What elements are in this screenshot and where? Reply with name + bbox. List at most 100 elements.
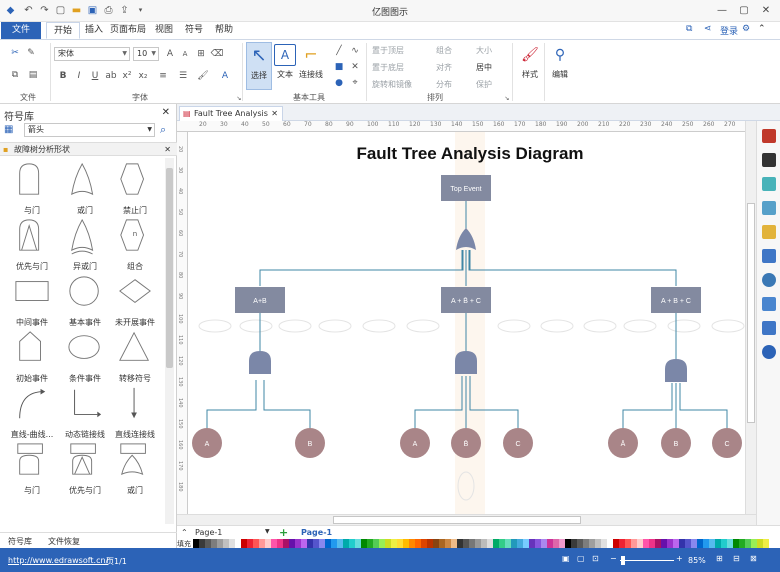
- library-shape[interactable]: 或门: [110, 440, 160, 496]
- library-shape[interactable]: 优先与门: [60, 440, 110, 496]
- page-select[interactable]: Page-1: [195, 528, 222, 537]
- login-link[interactable]: 登录: [720, 24, 738, 38]
- line-style-icon[interactable]: [762, 153, 776, 167]
- share-icon[interactable]: ⋖: [704, 24, 712, 38]
- zoom-out-icon[interactable]: −: [610, 554, 617, 563]
- library-shape[interactable]: 优先与门: [7, 216, 57, 272]
- palette-swatch[interactable]: [763, 539, 769, 548]
- share-window-icon[interactable]: ⧉: [686, 24, 692, 38]
- library-shape[interactable]: 直线-曲线...: [7, 384, 57, 440]
- page-select-arrow-icon[interactable]: ▼: [265, 528, 270, 535]
- connector-tool-button[interactable]: ⌐ 连接线: [298, 42, 324, 90]
- send-back-button[interactable]: 置于底层: [372, 62, 404, 73]
- library-grid-icon[interactable]: ▦: [4, 124, 13, 135]
- curve-tool-icon[interactable]: ∿: [348, 44, 362, 58]
- cross-tool-icon[interactable]: ✕: [348, 60, 362, 74]
- library-shape[interactable]: 未开展事件: [110, 272, 160, 328]
- tab-library[interactable]: 符号库: [8, 536, 32, 547]
- fit-width-icon[interactable]: ⊟: [733, 554, 740, 563]
- library-shape[interactable]: 动态链接线: [60, 384, 110, 440]
- font-color-icon[interactable]: A: [218, 69, 232, 83]
- maximize-button[interactable]: ▢: [736, 3, 752, 19]
- palette-swatches[interactable]: [193, 539, 773, 548]
- grow-font-icon[interactable]: A: [163, 47, 177, 61]
- pen-tool-icon[interactable]: ⌖: [348, 76, 362, 90]
- style-button[interactable]: 🖌 样式: [516, 42, 544, 90]
- help-icon[interactable]: [762, 345, 776, 359]
- tab-symbols[interactable]: 符号: [182, 22, 206, 39]
- vertical-scroll-thumb[interactable]: [747, 203, 755, 423]
- fullscreen-icon[interactable]: ⊡: [592, 554, 599, 563]
- library-shape[interactable]: 初始事件: [7, 328, 57, 384]
- canvas-horizontal-scrollbar[interactable]: [177, 514, 756, 525]
- format-painter-icon[interactable]: ✎: [24, 46, 38, 60]
- paste-icon[interactable]: ▤: [26, 68, 40, 82]
- line-tool-icon[interactable]: ╱: [332, 44, 346, 58]
- select-tool-button[interactable]: ↖ 选择: [246, 42, 272, 90]
- tab-file-recovery[interactable]: 文件恢复: [48, 536, 80, 547]
- fit-page-icon[interactable]: ▢: [577, 554, 585, 563]
- library-shape[interactable]: 与门: [7, 160, 57, 216]
- ellipse-tool-icon[interactable]: ●: [332, 76, 346, 90]
- minimize-button[interactable]: —: [714, 3, 730, 19]
- library-shape[interactable]: 与门: [7, 440, 57, 496]
- library-shape[interactable]: 中间事件: [7, 272, 57, 328]
- library-search-input[interactable]: 箭头 ▼: [24, 123, 155, 137]
- tab-home[interactable]: 开始: [46, 22, 80, 39]
- group-button[interactable]: 组合: [436, 45, 452, 56]
- font-family-select[interactable]: 宋体 ▼: [54, 47, 130, 61]
- drawing-canvas[interactable]: Fault Tree Analysis Diagram Top Event A+…: [188, 132, 745, 514]
- ribbon-collapse-icon[interactable]: ⌃: [758, 24, 766, 38]
- format-panel-icon[interactable]: [762, 129, 776, 143]
- tab-help[interactable]: 帮助: [212, 22, 236, 39]
- align-button[interactable]: 对齐: [436, 62, 452, 73]
- font-size-select[interactable]: 10 ▼: [133, 47, 159, 61]
- layers-icon[interactable]: [762, 225, 776, 239]
- tab-page-layout[interactable]: 页面布局: [108, 22, 148, 39]
- close-library-icon[interactable]: ✕: [162, 107, 170, 118]
- doc-tab-fault-tree[interactable]: ▤ Fault Tree Analysis ✕: [179, 106, 283, 121]
- rectangle-tool-icon[interactable]: ■: [332, 60, 346, 74]
- page-tools-icon[interactable]: ⌃: [181, 528, 188, 537]
- diagram-title[interactable]: Fault Tree Analysis Diagram: [356, 144, 583, 163]
- close-doc-tab-icon[interactable]: ✕: [271, 107, 278, 120]
- library-shape[interactable]: 转移符号: [110, 328, 160, 384]
- zoom-in-icon[interactable]: +: [676, 554, 683, 563]
- edit-button[interactable]: ⚲ 编辑: [546, 42, 574, 90]
- library-category-header[interactable]: ▪ 故障树分析形状 ✕: [0, 142, 177, 156]
- tab-insert[interactable]: 插入: [82, 22, 106, 39]
- center-and-gate[interactable]: [455, 351, 477, 374]
- bold-icon[interactable]: B: [56, 69, 70, 83]
- website-link[interactable]: http://www.edrawsoft.cn/: [8, 556, 108, 565]
- underline-icon[interactable]: U: [88, 69, 102, 83]
- distribute-button[interactable]: 分布: [436, 79, 452, 90]
- superscript-icon[interactable]: x²: [120, 69, 134, 83]
- page-tab[interactable]: Page-1: [301, 528, 332, 537]
- right-and-gate[interactable]: [665, 359, 687, 382]
- shrink-font-icon[interactable]: A: [178, 47, 192, 61]
- cut-icon[interactable]: ✂: [8, 46, 22, 60]
- subscript-icon[interactable]: x₂: [136, 69, 150, 83]
- copy-icon[interactable]: ⧉: [8, 68, 22, 82]
- library-shape[interactable]: 组合 n: [110, 216, 160, 272]
- page-icon[interactable]: [762, 249, 776, 263]
- library-shape[interactable]: 或门: [60, 160, 110, 216]
- rotate-mirror-button[interactable]: 旋转和镜像: [372, 79, 412, 90]
- horizontal-scroll-thumb[interactable]: [333, 516, 581, 524]
- web-icon[interactable]: [762, 273, 776, 287]
- bring-front-button[interactable]: 置于顶层: [372, 45, 404, 56]
- close-window-button[interactable]: ✕: [758, 3, 774, 19]
- fit-window-icon[interactable]: ⊞: [716, 554, 723, 563]
- center-button[interactable]: 居中: [476, 62, 492, 73]
- clear-format-icon[interactable]: ⌫: [210, 47, 224, 61]
- library-scrollbar[interactable]: [165, 158, 174, 524]
- strikethrough-icon[interactable]: ab: [104, 69, 118, 83]
- protect-button[interactable]: 保护: [476, 79, 492, 90]
- italic-icon[interactable]: I: [72, 69, 86, 83]
- canvas-vertical-scrollbar[interactable]: [745, 121, 756, 514]
- library-scroll-thumb[interactable]: [166, 168, 173, 368]
- library-shape[interactable]: 条件事件: [60, 328, 110, 384]
- align-text-icon[interactable]: ≡: [156, 69, 170, 83]
- bullets-icon[interactable]: ☰: [176, 69, 190, 83]
- attachment-icon[interactable]: [762, 297, 776, 311]
